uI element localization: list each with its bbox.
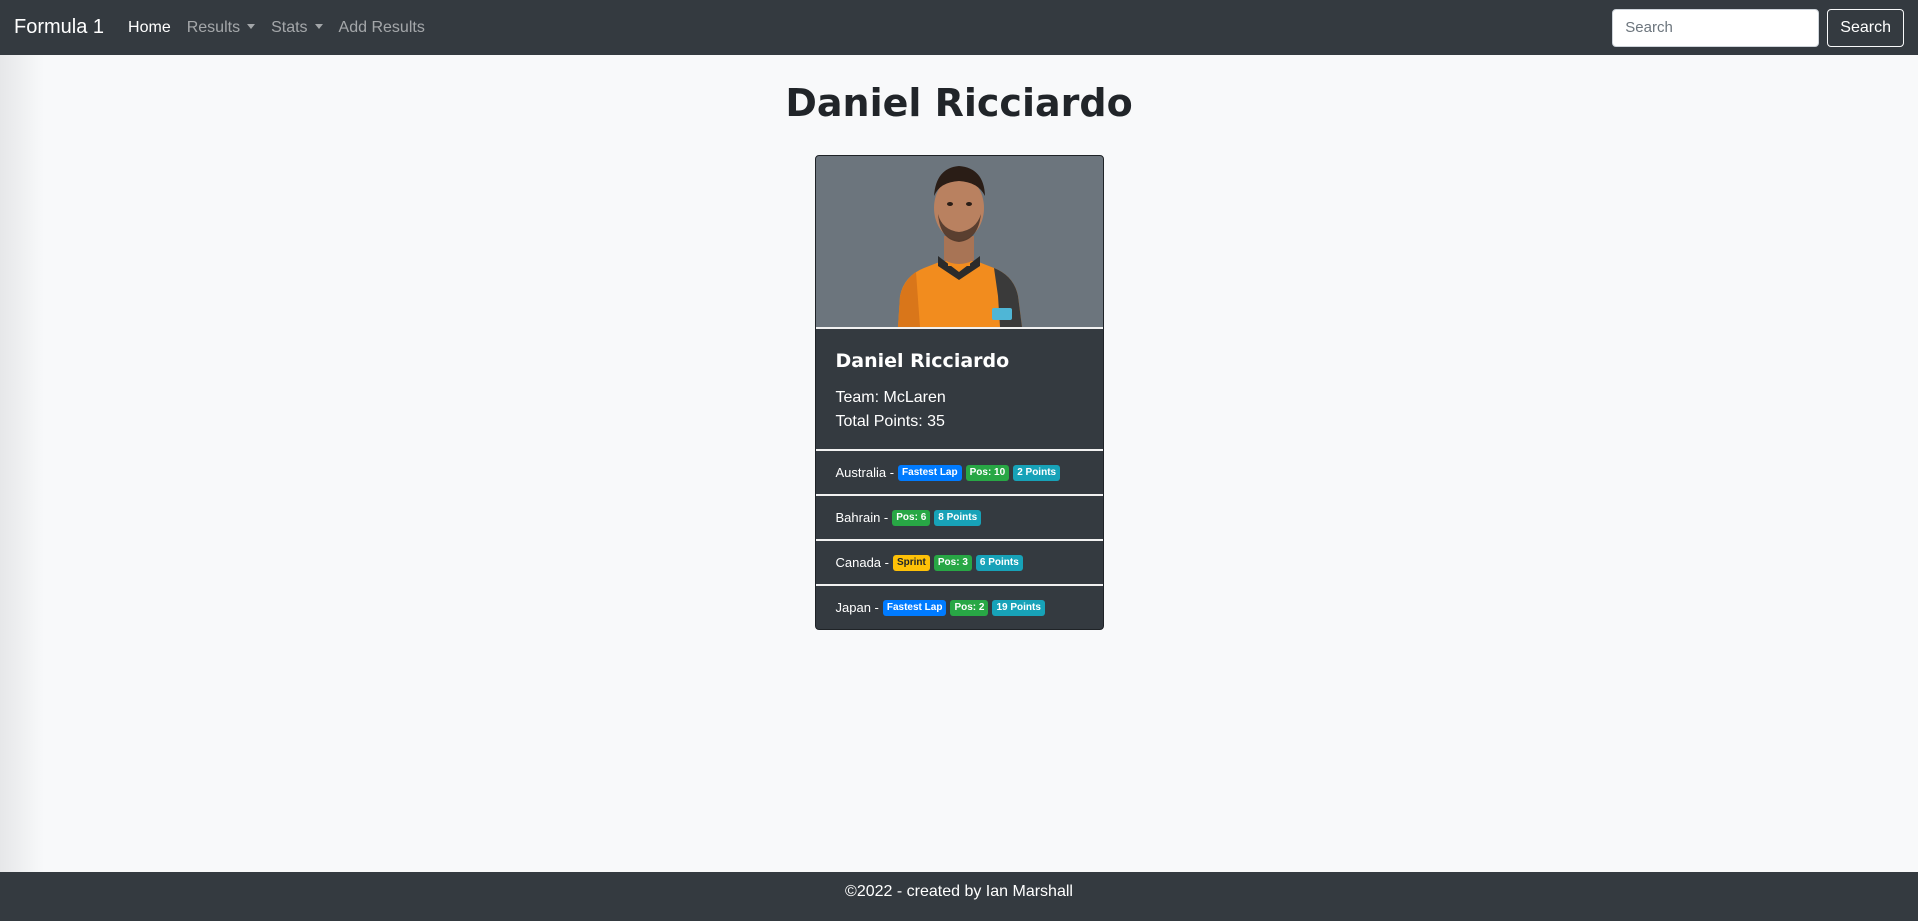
race-name: Bahrain - — [835, 510, 889, 525]
driver-photo — [815, 156, 1103, 329]
chevron-down-icon — [314, 24, 323, 29]
race-name: Australia - — [835, 465, 895, 480]
driver-portrait-image — [897, 166, 1022, 327]
footer-text: ©2022 - created by Ian Marshall — [845, 883, 1073, 900]
search-button[interactable]: Search — [1827, 8, 1904, 47]
driver-card-body: Daniel Ricciardo Team: McLaren Total Poi… — [816, 329, 1103, 449]
points-badge: 19 Points — [992, 599, 1045, 616]
main-content: Daniel Ricciardo Daniel Ricciardo Team: … — [0, 78, 1918, 630]
result-item-bahrain: Bahrain - Pos: 6 8 Points — [815, 494, 1103, 539]
points-badge: 2 Points — [1013, 464, 1061, 481]
points-badge: 6 Points — [975, 554, 1023, 571]
nav-stats-dropdown[interactable]: Stats — [271, 18, 323, 37]
driver-card: Daniel Ricciardo Team: McLaren Total Poi… — [814, 155, 1104, 630]
top-navbar: Formula 1 Home Results Stats Add Results… — [0, 0, 1918, 55]
nav-home-label: Home — [128, 18, 171, 36]
nav-results-dropdown[interactable]: Results — [186, 18, 256, 37]
result-item-canada: Canada - Sprint Pos: 3 6 Points — [815, 539, 1103, 584]
sprint-badge: Sprint — [892, 554, 930, 571]
nav-add-results-label: Add Results — [338, 18, 425, 36]
nav-add-results[interactable]: Add Results — [339, 19, 425, 37]
points-badge: 8 Points — [934, 509, 982, 526]
chevron-down-icon — [247, 24, 256, 29]
brand-link[interactable]: Formula 1 — [14, 16, 104, 39]
page-title: Daniel Ricciardo — [785, 81, 1133, 125]
result-item-japan: Japan - Fastest Lap Pos: 2 19 Points — [815, 584, 1103, 629]
nav-stats-label: Stats — [271, 18, 308, 36]
footer: ©2022 - created by Ian Marshall — [0, 872, 1918, 921]
position-badge: Pos: 6 — [892, 509, 931, 526]
driver-name: Daniel Ricciardo — [835, 350, 1010, 372]
driver-total-points: Total Points: 35 — [835, 413, 945, 430]
driver-team: Team: McLaren — [835, 389, 946, 406]
race-name: Canada - — [835, 555, 889, 570]
result-item-australia: Australia - Fastest Lap Pos: 10 2 Points — [815, 449, 1103, 494]
search-form: Search — [1612, 8, 1904, 47]
search-input[interactable] — [1612, 8, 1820, 47]
fastest-lap-badge: Fastest Lap — [898, 464, 962, 481]
position-badge: Pos: 10 — [965, 464, 1010, 481]
fastest-lap-badge: Fastest Lap — [882, 599, 947, 616]
position-badge: Pos: 3 — [933, 554, 972, 571]
nav-home[interactable]: Home — [128, 19, 171, 37]
position-badge: Pos: 2 — [950, 599, 989, 616]
race-name: Japan - — [835, 600, 879, 615]
nav-results-label: Results — [186, 18, 241, 36]
